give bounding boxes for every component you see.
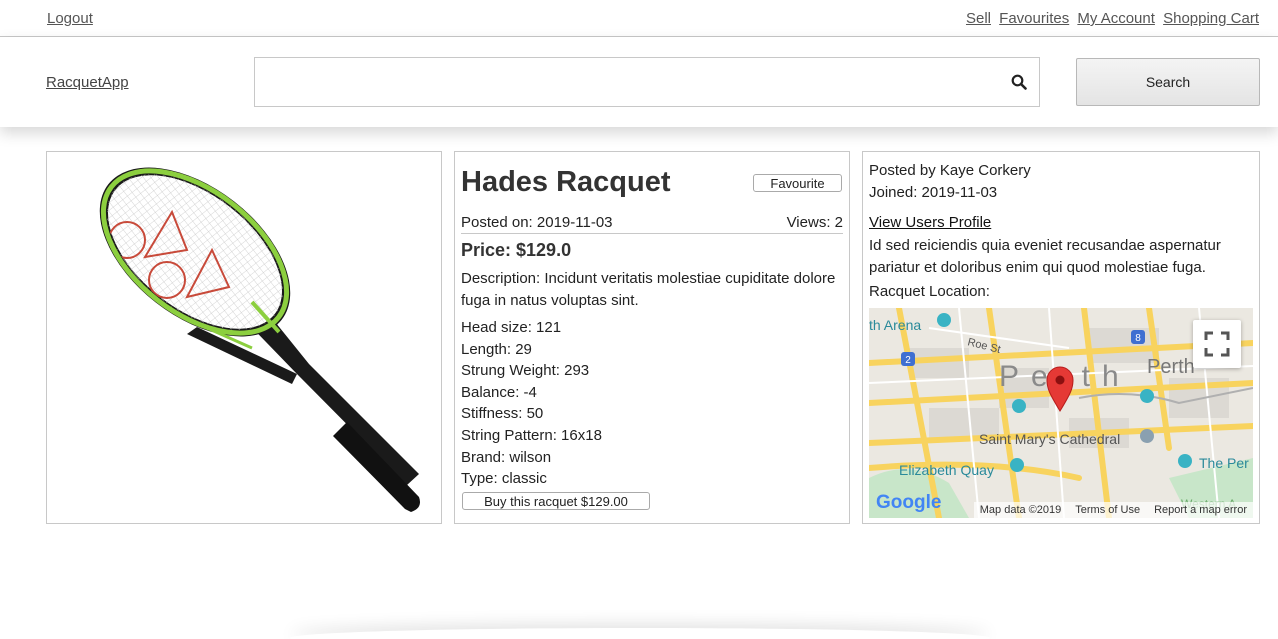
my-account-link[interactable]: My Account bbox=[1077, 10, 1155, 27]
listing-details-card: Hades Racquet Favourite Posted on: 2019-… bbox=[454, 151, 850, 524]
spec-list: Head size: 121 Length: 29 Strung Weight:… bbox=[461, 317, 602, 490]
fullscreen-button[interactable] bbox=[1193, 320, 1241, 368]
route-8-label: 8 bbox=[1135, 333, 1141, 344]
spec-head-size: Head size: 121 bbox=[461, 319, 562, 336]
location-label: Racquet Location: bbox=[869, 283, 990, 300]
fullscreen-icon bbox=[1204, 331, 1230, 357]
shopping-cart-link[interactable]: Shopping Cart bbox=[1163, 10, 1259, 27]
report-map-error-link[interactable]: Report a map error bbox=[1154, 504, 1247, 516]
spec-strung-weight: Strung Weight: 293 bbox=[461, 362, 590, 380]
favourites-link[interactable]: Favourites bbox=[999, 10, 1069, 27]
map-footer: Map data ©2019 Terms of Use Report a map… bbox=[973, 502, 1253, 518]
spec-balance: Balance: -4 bbox=[461, 383, 537, 401]
favourite-button[interactable]: Favourite bbox=[753, 174, 842, 192]
map-label-perth-right: Perth bbox=[1147, 356, 1195, 378]
listing-meta: Posted on: 2019-11-03 Views: 2 bbox=[461, 214, 843, 234]
map-data-label: Map data ©2019 bbox=[979, 504, 1062, 516]
listing-title: Hades Racquet bbox=[461, 166, 671, 198]
map-label-cathedral: Saint Mary's Cathedral bbox=[979, 431, 1120, 447]
search-box bbox=[254, 57, 1040, 107]
buy-button[interactable]: Buy this racquet $129.00 bbox=[462, 492, 650, 510]
listing-description: Description: Incidunt veritatis molestia… bbox=[461, 270, 836, 309]
spec-type: Type: classic bbox=[461, 470, 547, 488]
seller-joined: Joined: 2019-11-03 bbox=[869, 184, 998, 201]
top-nav-links: Sell Favourites My Account Shopping Cart bbox=[962, 10, 1259, 27]
footer-shadow bbox=[290, 628, 990, 639]
spec-brand: Brand: wilson bbox=[461, 448, 552, 466]
google-logo: Google bbox=[876, 492, 942, 513]
sell-link[interactable]: Sell bbox=[966, 10, 991, 27]
top-nav-bar: Logout Sell Favourites My Account Shoppi… bbox=[0, 0, 1278, 37]
map-label-arena: th Arena bbox=[869, 317, 921, 333]
search-input[interactable] bbox=[255, 58, 995, 106]
racquet-image-card bbox=[46, 151, 442, 524]
site-header: RacquetApp Search bbox=[0, 37, 1278, 127]
seller-card: Posted by Kaye Corkery Joined: 2019-11-0… bbox=[862, 151, 1260, 524]
route-2-label: 2 bbox=[905, 355, 911, 366]
location-map[interactable]: 8 2 th Arena Roe St Perth Perth Saint Ma… bbox=[869, 308, 1253, 518]
search-icon[interactable] bbox=[1011, 74, 1027, 90]
brand-link[interactable]: RacquetApp bbox=[46, 74, 129, 91]
logout-link[interactable]: Logout bbox=[47, 10, 93, 27]
view-count: Views: 2 bbox=[786, 214, 843, 231]
listing-price: Price: $129.0 bbox=[461, 240, 572, 260]
posted-date: Posted on: 2019-11-03 bbox=[461, 214, 613, 231]
spec-string-pattern: String Pattern: 16x18 bbox=[461, 426, 602, 444]
seller-bio: Id sed reiciendis quia eveniet recusanda… bbox=[869, 237, 1221, 276]
racquet-image bbox=[78, 152, 420, 512]
search-button[interactable]: Search bbox=[1076, 58, 1260, 106]
map-label-the-per: The Per bbox=[1199, 455, 1249, 471]
spec-stiffness: Stiffness: 50 bbox=[461, 405, 544, 423]
map-label-quay: Elizabeth Quay bbox=[899, 462, 994, 478]
view-profile-link[interactable]: View Users Profile bbox=[869, 214, 1253, 231]
spec-length: Length: 29 bbox=[461, 340, 532, 358]
seller-name: Posted by Kaye Corkery bbox=[869, 162, 1031, 179]
terms-of-use-link[interactable]: Terms of Use bbox=[1075, 504, 1140, 516]
